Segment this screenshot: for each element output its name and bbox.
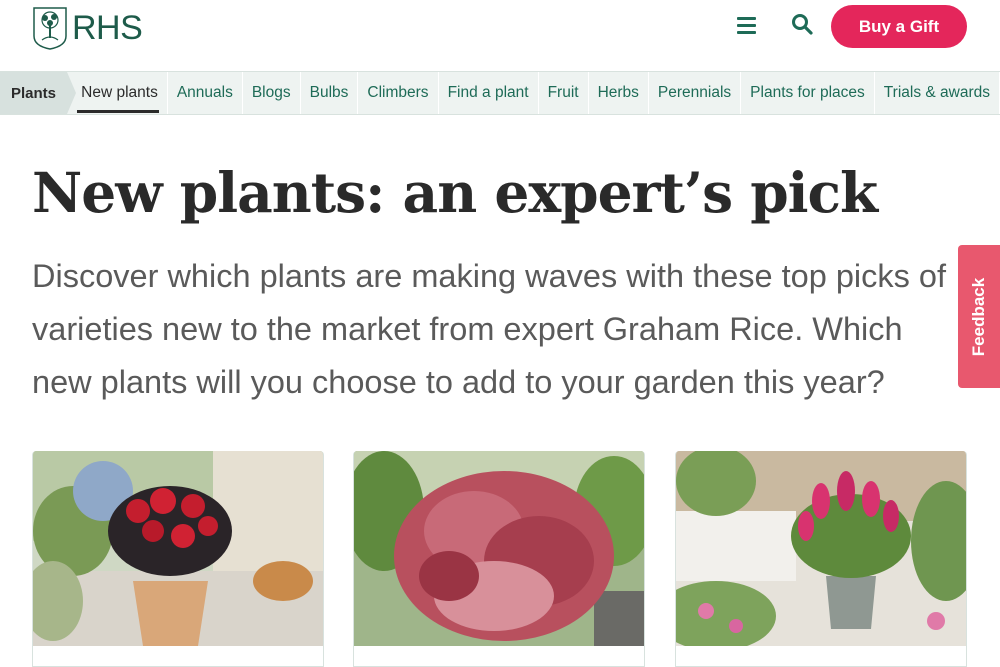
- feedback-tab[interactable]: Feedback: [958, 245, 1000, 388]
- plant-card[interactable]: [32, 451, 324, 667]
- plant-card[interactable]: [353, 451, 645, 667]
- nav-item-herbs[interactable]: Herbs: [589, 72, 649, 114]
- logo-text: RHS: [72, 8, 143, 47]
- plant-card-image: [354, 451, 644, 646]
- plant-card-image: [33, 451, 323, 646]
- nav-item-perennials[interactable]: Perennials: [649, 72, 742, 114]
- site-header: RHS Buy a Gift: [0, 0, 1000, 70]
- nav-item-find-a-plant[interactable]: Find a plant: [439, 72, 539, 114]
- rhs-logo[interactable]: RHS: [32, 6, 143, 50]
- nav-current-section[interactable]: Plants: [0, 72, 77, 114]
- rhs-tree-logo-icon: [33, 7, 67, 50]
- nav-item-blogs[interactable]: Blogs: [243, 72, 301, 114]
- nav-item-new-plants[interactable]: New plants: [69, 72, 168, 114]
- nav-item-climbers[interactable]: Climbers: [358, 72, 439, 114]
- plant-card[interactable]: [675, 451, 967, 667]
- nav-item-annuals[interactable]: Annuals: [168, 72, 243, 114]
- feedback-label: Feedback: [969, 277, 988, 356]
- menu-icon[interactable]: [737, 15, 759, 35]
- buy-a-gift-button[interactable]: Buy a Gift: [831, 5, 967, 48]
- plant-card-image: [676, 451, 966, 646]
- search-icon[interactable]: [790, 12, 814, 36]
- nav-item-trials-awards[interactable]: Trials & awards: [875, 72, 1000, 114]
- page-title: New plants: an expert’s pick: [32, 160, 878, 225]
- nav-item-fruit[interactable]: Fruit: [539, 72, 589, 114]
- nav-item-plants-for-places[interactable]: Plants for places: [741, 72, 875, 114]
- nav-item-bulbs[interactable]: Bulbs: [301, 72, 359, 114]
- page-intro: Discover which plants are making waves w…: [32, 258, 947, 400]
- section-nav: Plants New plants Annuals Blogs Bulbs Cl…: [0, 71, 1000, 115]
